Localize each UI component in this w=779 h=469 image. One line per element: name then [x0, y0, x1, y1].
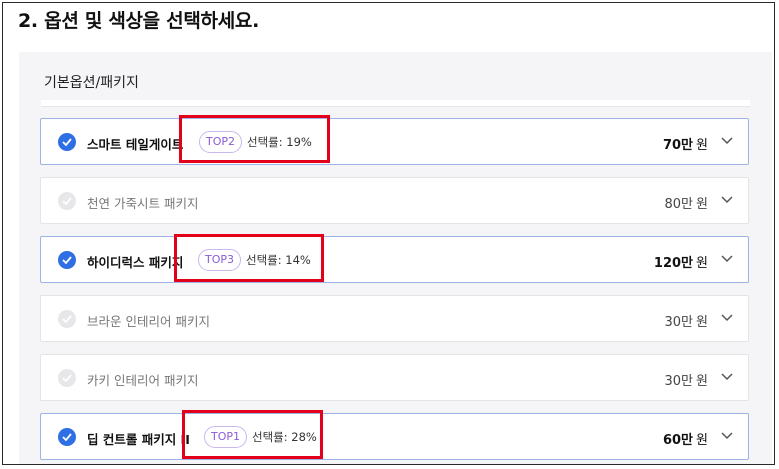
section-title: 기본옵션/패키지: [44, 75, 139, 91]
price-value: 30만: [664, 374, 694, 389]
price-unit: 원: [696, 374, 708, 389]
checkmark-circle-icon[interactable]: [58, 133, 76, 151]
checkmark-circle-icon[interactable]: [58, 428, 76, 446]
price-value: 60만: [662, 433, 694, 448]
options-page-frame: 2. 옵션 및 색상을 선택하세요. 기본옵션/패키지 스마트 테일게이트 TO…: [2, 2, 775, 465]
option-price: 70만 원: [663, 134, 708, 153]
chevron-down-icon[interactable]: [720, 254, 734, 264]
price-unit: 원: [696, 256, 708, 271]
option-price: 30만 원: [665, 370, 708, 389]
checkmark-circle-icon[interactable]: [58, 192, 76, 210]
option-price: 80만 원: [665, 193, 708, 212]
chevron-down-icon[interactable]: [720, 431, 734, 441]
option-label: 하이디럭스 패키지: [87, 255, 184, 270]
highlight-box-top2: [179, 115, 330, 163]
option-label: 딥 컨트롤 패키지 II: [87, 432, 190, 447]
option-item-leather-seat[interactable]: 천연 가죽시트 패키지 80만 원: [40, 177, 749, 224]
price-unit: 원: [696, 433, 708, 448]
option-item-deep-control[interactable]: 딥 컨트롤 패키지 II TOP1 선택률: 28% 60만 원: [40, 413, 749, 460]
price-value: 70만: [662, 138, 694, 153]
highlight-box-top1: [182, 410, 323, 459]
option-price: 120만 원: [654, 252, 708, 271]
option-label: 브라운 인테리어 패키지: [87, 314, 210, 329]
chevron-down-icon[interactable]: [720, 372, 734, 382]
option-price: 60만 원: [663, 429, 708, 448]
price-unit: 원: [696, 197, 708, 212]
price-value: 80만: [664, 197, 694, 212]
option-label: 스마트 테일게이트: [87, 137, 184, 152]
chevron-down-icon[interactable]: [720, 195, 734, 205]
option-item-high-deluxe[interactable]: 하이디럭스 패키지 TOP3 선택률: 14% 120만 원: [40, 236, 749, 283]
checkmark-circle-icon[interactable]: [58, 310, 76, 328]
option-price: 30만 원: [665, 311, 708, 330]
price-value: 120만: [653, 256, 694, 271]
option-item-brown-interior[interactable]: 브라운 인테리어 패키지 30만 원: [40, 295, 749, 342]
checkmark-circle-icon[interactable]: [58, 251, 76, 269]
chevron-down-icon[interactable]: [720, 313, 734, 323]
page-title: 2. 옵션 및 색상을 선택하세요.: [18, 10, 259, 32]
option-label: 천연 가죽시트 패키지: [87, 196, 199, 211]
chevron-down-icon[interactable]: [720, 136, 734, 146]
options-panel: 기본옵션/패키지 스마트 테일게이트 TOP2 선택률: 19% 70만 원 천연…: [19, 52, 772, 464]
highlight-box-top3: [174, 234, 324, 282]
option-item-smart-tailgate[interactable]: 스마트 테일게이트 TOP2 선택률: 19% 70만 원: [40, 118, 749, 165]
checkmark-circle-icon[interactable]: [58, 369, 76, 387]
price-value: 30만: [664, 315, 694, 330]
option-label: 카키 인테리어 패키지: [87, 373, 199, 388]
price-unit: 원: [696, 315, 708, 330]
option-item-khaki-interior[interactable]: 카키 인테리어 패키지 30만 원: [40, 354, 749, 401]
price-unit: 원: [696, 138, 708, 153]
previous-option-edge: [41, 100, 750, 107]
